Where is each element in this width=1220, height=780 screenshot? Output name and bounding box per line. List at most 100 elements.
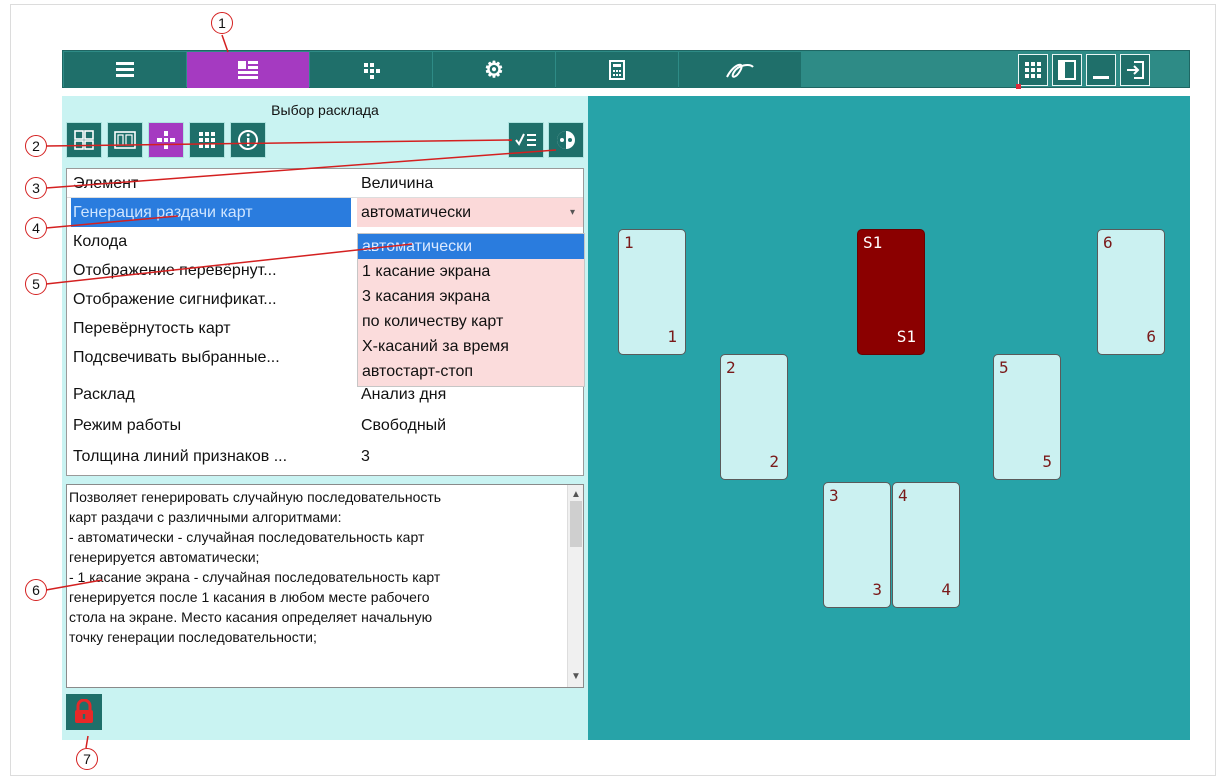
grid-dots-icon [364,63,380,79]
callout-marker: 5 [25,273,47,295]
callout-marker: 7 [76,748,98,770]
description-line: Позволяет генерировать случайную последо… [69,489,442,505]
card-deck-button[interactable] [107,122,143,158]
callout-marker: 6 [25,579,47,601]
card-bottom-label: 4 [941,580,951,599]
card-bottom-label: 1 [667,327,677,346]
dropdown-option[interactable]: автоматически [358,234,584,259]
row-name: Перевёрнутость карт [73,320,231,337]
generation-dropdown-list: автоматически 1 касание экрана 3 касания… [357,233,585,387]
tab-spreads[interactable] [310,52,432,88]
row-name: Отображение сигнификат... [73,291,277,308]
row-value[interactable]: автоматически [357,198,583,227]
card-top-label: 2 [726,358,736,377]
card-deck-icon [114,131,136,149]
checklist-button[interactable] [508,122,544,158]
info-icon [238,130,258,150]
row-name: Подсвечивать выбранные... [73,349,280,366]
description-scrollbar[interactable]: ▲ ▼ [567,485,583,687]
table-row[interactable]: Генерация раздачи карт автоматически ▾ [67,198,583,227]
scroll-down-icon[interactable]: ▼ [568,667,583,687]
row-name: Толщина линий признаков ... [73,448,288,465]
row-name: Отображение перевёрнут... [73,262,277,279]
menu-icon [116,62,134,77]
card-5[interactable]: 5 5 [993,354,1061,480]
row-name: Расклад [73,386,135,403]
callout-marker: 3 [25,177,47,199]
tab-signature[interactable] [679,52,801,88]
card-1[interactable]: 1 1 [618,229,686,355]
tab-menu[interactable] [64,52,186,88]
card-bottom-label: 2 [769,452,779,471]
description-line: точку генерации последовательности; [69,629,317,645]
tab-layout[interactable] [187,52,309,88]
description-line: генерируется после 1 касания в любом мес… [69,589,430,605]
row-value[interactable]: 3 [357,442,583,471]
dropdown-option[interactable]: 3 касания экрана [358,284,584,309]
row-name: Колода [73,233,128,250]
signature-icon [726,63,754,78]
lock-button[interactable] [66,694,102,730]
card-bottom-label: 5 [1042,452,1052,471]
description-line: - автоматически - случайная последовател… [69,529,425,545]
spread-cross-icon [157,131,175,149]
grid-small-icon [199,132,215,148]
exit-button[interactable] [1120,54,1150,86]
card-significator[interactable]: S1 S1 [857,229,925,355]
tab-calculator[interactable] [556,52,678,88]
card-top-label: 5 [999,358,1009,377]
card-top-label: 1 [624,233,634,252]
card-top-label: 4 [898,486,908,505]
card-2[interactable]: 2 2 [720,354,788,480]
tiles-button[interactable] [66,122,102,158]
spread-cross-button[interactable] [148,122,184,158]
row-name: Генерация раздачи карт [71,198,351,227]
theme-toggle-icon [557,131,575,149]
property-grid: Элемент Величина Генерация раздачи карт … [66,168,585,476]
minimize-icon [1093,76,1109,79]
description-line: карт раздачи с различными алгоритмами: [69,509,342,525]
card-bottom-label: S1 [896,327,916,346]
card-board[interactable]: 1 1 S1 S1 6 6 2 2 5 5 3 3 4 4 [588,96,1190,740]
grid-small-button[interactable] [189,122,225,158]
tab-settings[interactable]: ⚙ [433,52,555,88]
callout-marker: 2 [25,135,47,157]
tiles-icon [74,130,94,150]
layout-icon [238,61,258,79]
row-name: Режим работы [73,417,182,434]
card-4[interactable]: 4 4 [892,482,960,608]
description-box[interactable]: Позволяет генерировать случайную последо… [66,484,584,688]
minimize-button[interactable] [1086,54,1116,86]
dropdown-option[interactable]: по количеству карт [358,309,584,334]
dropdown-option[interactable]: 1 касание экрана [358,259,584,284]
notification-dot [1016,84,1021,89]
left-panel: Выбор расклада Элемент Величина Генераци… [62,96,588,740]
chevron-down-icon[interactable]: ▾ [570,198,575,227]
gear-icon: ⚙ [484,57,504,82]
description-line: стола на экране. Место касания определяе… [69,609,433,625]
grid-view-icon [1025,62,1041,78]
card-6[interactable]: 6 6 [1097,229,1165,355]
dropdown-option[interactable]: Х-касаний за время [358,334,584,359]
theme-toggle-button[interactable] [548,122,584,158]
panel-toggle-button[interactable] [1052,54,1082,86]
info-button[interactable] [230,122,266,158]
card-bottom-label: 6 [1146,327,1156,346]
lock-icon [75,699,93,723]
table-row[interactable]: Режим работы Свободный [67,411,583,440]
exit-icon [1127,61,1144,79]
card-top-label: 6 [1103,233,1113,252]
row-value[interactable]: Свободный [357,411,583,440]
panel-toggle-icon [1058,60,1076,80]
calculator-icon [609,60,625,80]
scroll-thumb[interactable] [570,501,582,547]
dropdown-option[interactable]: автостарт-стоп [358,359,584,384]
card-3[interactable]: 3 3 [823,482,891,608]
grid-view-button[interactable] [1018,54,1048,86]
checklist-icon [515,133,536,146]
header-value: Величина [361,175,434,192]
top-toolbar: ⚙ [62,50,1190,89]
table-row[interactable]: Толщина линий признаков ... 3 [67,442,583,471]
grid-header: Элемент Величина [67,169,583,198]
header-element: Элемент [73,175,139,192]
